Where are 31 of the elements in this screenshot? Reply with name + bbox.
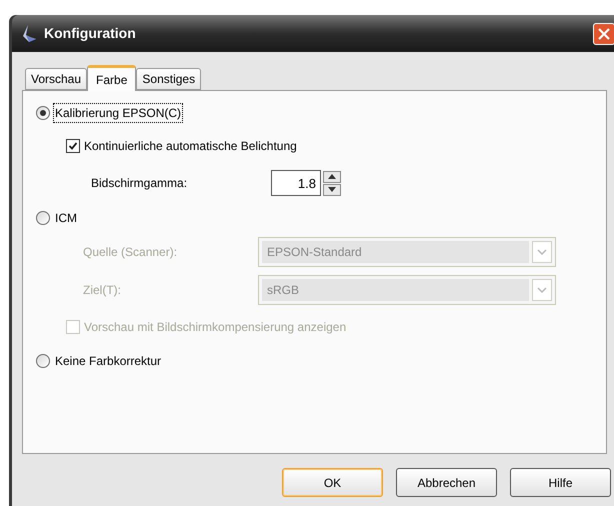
field-label: Ziel(T): [83,282,122,299]
field-label: Bidschirmgamma: [91,175,188,192]
radio-button[interactable] [36,354,50,368]
dialog-button[interactable]: OK [282,468,383,497]
tab[interactable]: Sonstiges [136,68,202,90]
checkbox[interactable] [66,139,80,153]
radio-button[interactable] [36,106,50,120]
checkmark-icon [68,141,78,151]
radio-button[interactable] [36,210,50,224]
tab[interactable]: Vorschau [25,68,88,90]
radio-label: Kalibrierung EPSON(C) [53,102,184,122]
up-arrow-icon [328,174,336,179]
close-icon [598,28,610,40]
chevron-down-icon [537,287,547,293]
dialog-button[interactable]: Hilfe [510,468,611,497]
spinner-control[interactable] [323,170,341,196]
tab[interactable]: Farbe [87,65,136,91]
radio-label: ICM [54,210,78,226]
down-arrow-icon [328,187,336,192]
scanner-icon [20,24,38,44]
field-label: Quelle (Scanner): [83,244,178,261]
chevron-down-icon [537,249,547,255]
close-button[interactable] [593,22,614,44]
dropdown-value: sRGB [262,279,529,301]
checkbox-label: Kontinuierliche automatische Belichtung [84,138,297,155]
window-title: Konfiguration [44,24,136,43]
checkbox-label: Vorschau mit Bildschirmkompensierung anzeigen [84,319,346,336]
radio-label: Keine Farbkorrektur [54,352,162,370]
dialog-button[interactable]: Abbrechen [396,468,497,497]
gamma-field[interactable]: 1.8 [271,170,321,196]
dropdown-value: EPSON-Standard [262,241,529,263]
